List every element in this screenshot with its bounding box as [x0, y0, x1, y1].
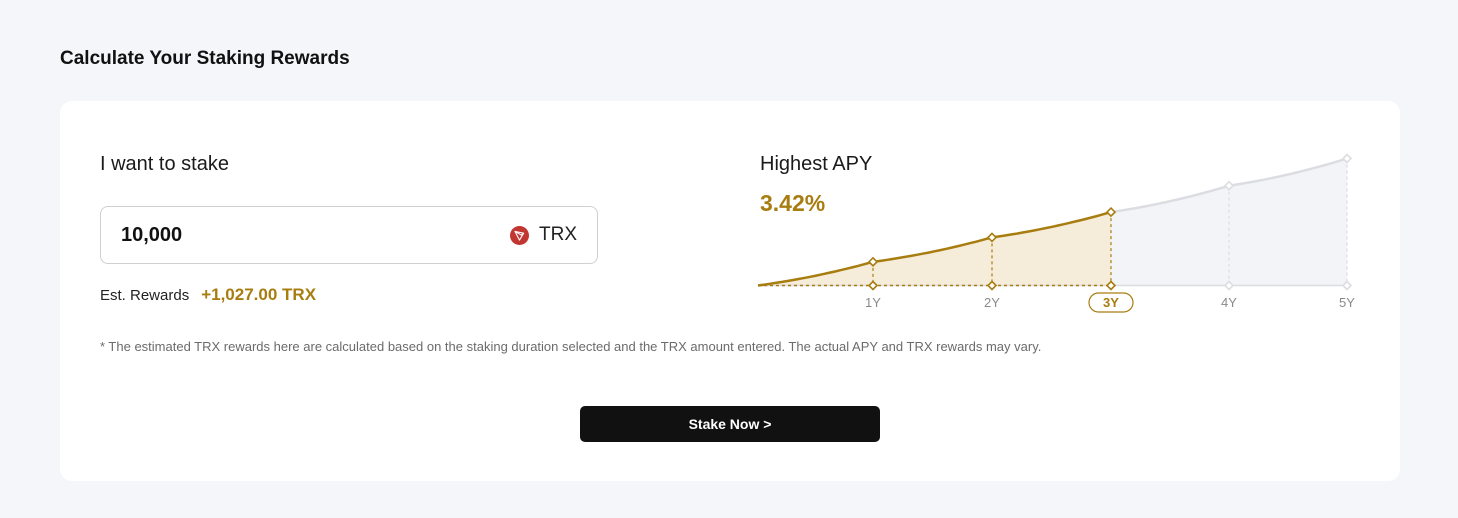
- staking-calculator-card: I want to stake TRX Est. Rewards +1,027.…: [60, 101, 1400, 481]
- rewards-growth-chart: 1Y 2Y 3Y 4Y 5Y: [757, 153, 1355, 313]
- year-label-1Y: 1Y: [865, 295, 881, 310]
- page-title: Calculate Your Staking Rewards: [60, 48, 350, 69]
- year-label-3Y: 3Y: [1103, 295, 1119, 310]
- disclaimer-text: * The estimated TRX rewards here are cal…: [100, 339, 1042, 354]
- stake-now-button[interactable]: Stake Now >: [580, 406, 880, 442]
- year-label-4Y: 4Y: [1221, 295, 1237, 310]
- year-label-5Y: 5Y: [1339, 295, 1355, 310]
- year-label-2Y: 2Y: [984, 295, 1000, 310]
- active-area: [758, 212, 1111, 286]
